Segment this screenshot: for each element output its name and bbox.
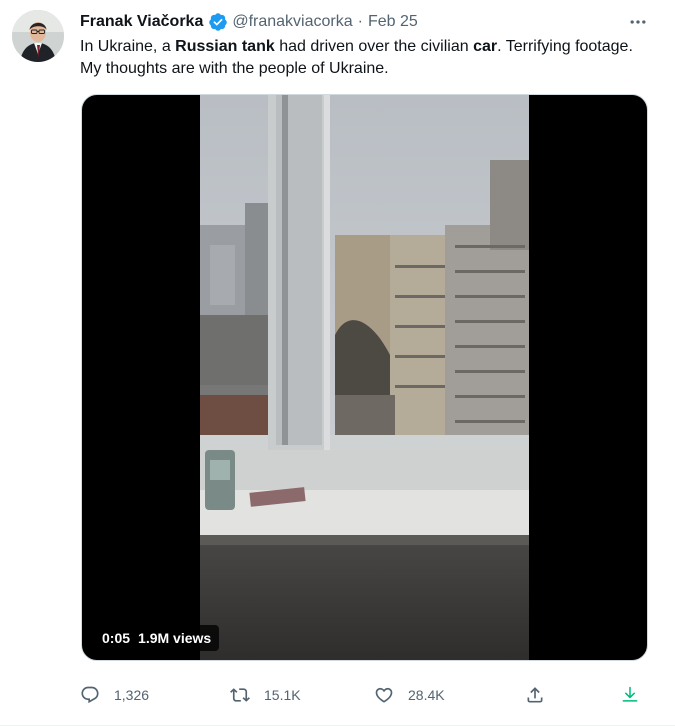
tweet[interactable]: Franak Viačorka @franakviacorka · Feb 25… xyxy=(0,0,675,726)
separator-dot: · xyxy=(357,13,363,30)
tweet-text-bold: Russian tank xyxy=(175,38,275,55)
tweet-text-part: In Ukraine, a xyxy=(80,38,176,55)
like-button[interactable]: 28.4K xyxy=(374,680,445,710)
tweet-text: In Ukraine, a Russian tank had driven ov… xyxy=(80,36,640,80)
avatar-photo xyxy=(12,10,64,62)
verified-badge-icon xyxy=(209,13,228,31)
tweet-text-part: had driven over the civilian xyxy=(274,38,474,55)
video-duration-badge: 0:05 1.9M views xyxy=(94,625,220,651)
video-player[interactable]: 0:05 1.9M views xyxy=(81,94,648,661)
video-time: 0:05 xyxy=(102,630,131,646)
author-handle[interactable]: @franakviacorka xyxy=(232,13,352,31)
reply-button[interactable]: 1,326 xyxy=(80,680,149,710)
author-name[interactable]: Franak Viačorka xyxy=(80,13,203,31)
share-button[interactable] xyxy=(525,680,545,710)
avatar[interactable] xyxy=(12,10,64,62)
more-options-button[interactable] xyxy=(626,10,650,34)
share-icon xyxy=(527,687,543,703)
retweet-icon xyxy=(230,688,250,702)
retweet-button[interactable]: 15.1K xyxy=(230,680,301,710)
reply-icon xyxy=(81,686,99,704)
more-horizontal-icon xyxy=(630,20,646,24)
reply-count: 1,326 xyxy=(114,687,150,703)
heart-icon xyxy=(375,687,393,703)
video-frame xyxy=(200,95,529,660)
tweet-date[interactable]: Feb 25 xyxy=(368,13,418,31)
retweet-count: 15.1K xyxy=(264,687,301,703)
video-views: 1.9M views xyxy=(138,630,212,646)
action-bar: 1,326 15.1K 28.4K xyxy=(80,680,648,710)
download-icon xyxy=(622,686,638,702)
like-count: 28.4K xyxy=(408,687,445,703)
download-button[interactable] xyxy=(620,680,640,710)
tweet-text-bold: car xyxy=(473,38,498,55)
tweet-header: Franak Viačorka @franakviacorka · Feb 25 xyxy=(80,11,418,33)
